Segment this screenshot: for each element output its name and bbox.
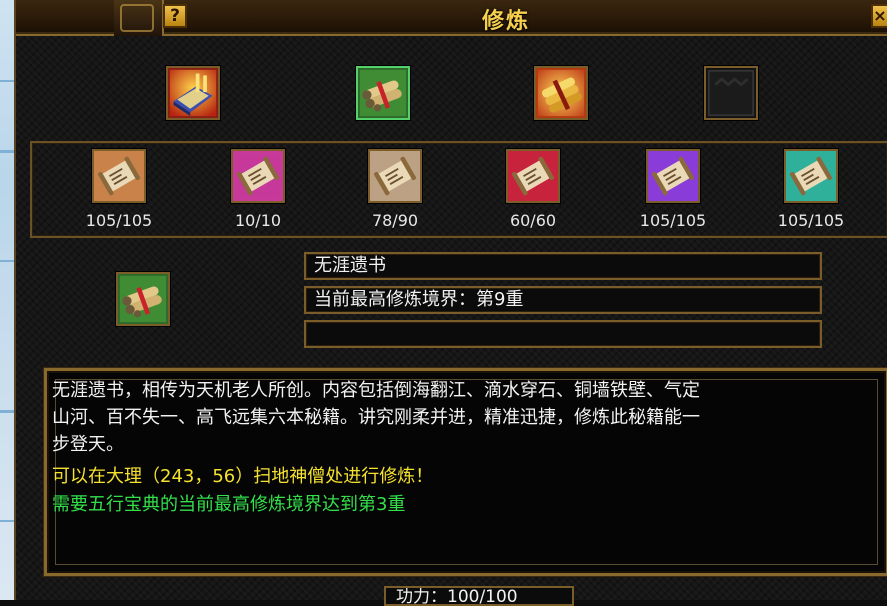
scroll-count: 105/105 bbox=[85, 211, 153, 230]
selected-scroll-bundle-icon bbox=[116, 272, 170, 326]
beige-scroll-icon[interactable] bbox=[368, 149, 422, 203]
window-title: 修炼 bbox=[481, 9, 530, 34]
extra-field bbox=[304, 320, 822, 348]
golden-scroll-bundle-icon[interactable] bbox=[534, 66, 588, 120]
scroll-count: 60/60 bbox=[509, 211, 557, 230]
top-item-row bbox=[32, 46, 887, 134]
description-line-2: 山河、百不失一、高飞远集六本秘籍。讲究刚柔并进，精准迅捷，修炼此秘籍能一 bbox=[52, 407, 700, 428]
purple-scroll-icon[interactable] bbox=[646, 149, 700, 203]
requirement-line: 需要五行宝典的当前最高修炼境界达到第3重 bbox=[52, 494, 406, 515]
scroll-count: 105/105 bbox=[777, 211, 845, 230]
scroll-bundle-icon[interactable] bbox=[356, 66, 410, 120]
close-button[interactable]: × bbox=[871, 4, 887, 28]
scroll-count: 105/105 bbox=[639, 211, 707, 230]
description-line-3: 步登天。 bbox=[52, 434, 124, 455]
empty-slot-icon[interactable] bbox=[704, 66, 758, 120]
teal-scroll-icon[interactable] bbox=[784, 149, 838, 203]
realm-field: 当前最高修炼境界：第9重 bbox=[304, 286, 822, 314]
scroll-row: 105/105 10/10 78/90 60/60 105/105 105/105 bbox=[30, 141, 887, 238]
help-button[interactable]: ? bbox=[163, 4, 187, 28]
skill-name-field: 无涯遗书 bbox=[304, 252, 822, 280]
corner-ornament bbox=[114, 0, 164, 36]
desktop-background-strip bbox=[0, 0, 14, 600]
scroll-count: 78/90 bbox=[371, 211, 419, 230]
detail-panel: 无涯遗书 当前最高修炼境界：第9重 bbox=[30, 246, 887, 358]
location-line: 可以在大理（243，56）扫地神僧处进行修炼！ bbox=[52, 466, 434, 487]
red-scroll-icon[interactable] bbox=[506, 149, 560, 203]
tan-scroll-icon[interactable] bbox=[92, 149, 146, 203]
scroll-count: 10/10 bbox=[234, 211, 282, 230]
description-line-1: 无涯遗书，相传为天机老人所创。内容包括倒海翻江、滴水穿石、铜墙铁壁、气定 bbox=[52, 380, 700, 401]
power-stat: 功力：100/100 bbox=[384, 586, 574, 606]
title-bar[interactable]: ? 修炼 × bbox=[16, 0, 887, 36]
cultivation-window: ? 修炼 × 105/105 10/10 78/90 60/60 105/105… bbox=[14, 0, 887, 606]
magenta-scroll-icon[interactable] bbox=[231, 149, 285, 203]
golden-book-icon[interactable] bbox=[166, 66, 220, 120]
